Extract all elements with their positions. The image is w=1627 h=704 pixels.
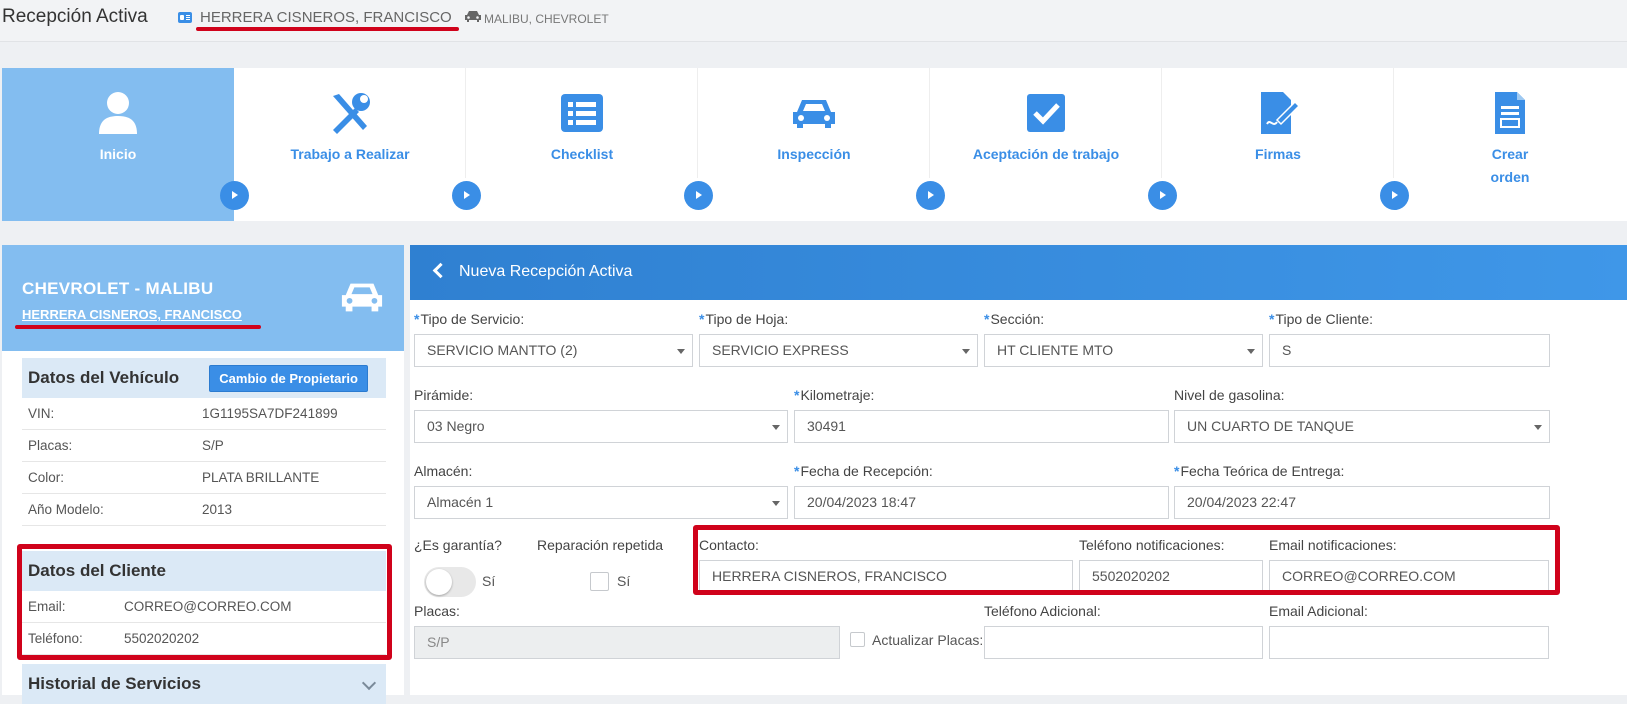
highlight-underline: [15, 325, 261, 329]
step-aceptacion[interactable]: Aceptación de trabajo: [930, 68, 1177, 221]
section-title: Datos del Cliente: [22, 551, 386, 591]
garantia-field: ¿Es garantía? Sí: [414, 537, 524, 607]
caret-down-icon: [772, 425, 780, 430]
step-label: Checklist: [550, 146, 614, 162]
seccion-select[interactable]: HT CLIENTE MTO: [984, 334, 1263, 367]
fecha-entrega-input[interactable]: 20/04/2023 22:47: [1174, 486, 1550, 519]
email-adicional-input[interactable]: [1269, 626, 1549, 659]
next-arrow-icon[interactable]: [220, 181, 249, 210]
next-arrow-icon[interactable]: [452, 181, 481, 210]
chevron-down-icon: [361, 675, 377, 691]
section-title: Datos del Vehículo Cambio de Propietario: [22, 358, 386, 398]
tipo-hoja-select[interactable]: SERVICIO EXPRESS: [699, 334, 978, 367]
step-label: Inspección: [777, 146, 851, 162]
step-label: Aceptación de trabajo: [972, 146, 1120, 162]
highlight-underline: [196, 27, 459, 31]
change-owner-button[interactable]: Cambio de Propietario: [209, 365, 368, 392]
vehicle-sidebar: CHEVROLET - MALIBU HERRERA CISNEROS, FRA…: [2, 245, 404, 704]
email-notif-input[interactable]: CORREO@CORREO.COM: [1269, 560, 1549, 593]
caret-down-icon: [1534, 425, 1542, 430]
back-icon[interactable]: [432, 262, 449, 279]
car-icon: [793, 100, 835, 128]
info-row: Teléfono: 5502020202: [22, 623, 386, 655]
service-history-section[interactable]: Historial de Servicios: [22, 664, 386, 704]
reception-form: Nueva Recepción Activa *Tipo de Servicio…: [410, 245, 1627, 695]
reparacion-checkbox[interactable]: [590, 572, 609, 591]
step-inspeccion[interactable]: Inspección: [698, 68, 945, 221]
gasolina-select[interactable]: UN CUARTO DE TANQUE: [1174, 410, 1550, 443]
header-client-name[interactable]: HERRERA CISNEROS, FRANCISCO: [200, 9, 452, 26]
tel-adicional-input[interactable]: [984, 626, 1263, 659]
tipo-cliente-input[interactable]: S: [1269, 334, 1550, 367]
actualizar-placas-checkbox[interactable]: [850, 632, 865, 647]
wizard-steps: Inicio Trabajo a Realizar Checklist Insp…: [2, 68, 1627, 221]
caret-down-icon: [677, 349, 685, 354]
page-title: Recepción Activa: [2, 6, 148, 27]
vehicle-hero: CHEVROLET - MALIBU HERRERA CISNEROS, FRA…: [2, 245, 404, 351]
caret-down-icon: [962, 349, 970, 354]
vehicle-make-model: CHEVROLET - MALIBU: [22, 279, 214, 298]
step-label: Crear orden: [1490, 146, 1530, 185]
next-arrow-icon[interactable]: [1380, 181, 1409, 210]
check-icon: [1027, 94, 1065, 132]
section-title[interactable]: Historial de Servicios: [22, 664, 386, 704]
actualizar-placas-label: Actualizar Placas:: [872, 632, 984, 648]
form-header: Nueva Recepción Activa: [410, 245, 1627, 300]
top-bar: Recepción Activa HERRERA CISNEROS, FRANC…: [0, 0, 1627, 42]
next-arrow-icon[interactable]: [1148, 181, 1177, 210]
client-card-icon: [178, 12, 192, 23]
client-data-section: Datos del Cliente Email: CORREO@CORREO.CO…: [22, 551, 386, 655]
placas-input: S/P: [414, 626, 840, 659]
contacto-input[interactable]: HERRERA CISNEROS, FRANCISCO: [699, 560, 1073, 593]
step-checklist[interactable]: Checklist: [466, 68, 713, 221]
step-label: Inicio: [99, 146, 137, 162]
kilometraje-input[interactable]: 30491: [794, 410, 1169, 443]
info-row: Color: PLATA BRILLANTE: [22, 462, 386, 494]
caret-down-icon: [1247, 349, 1255, 354]
almacen-select[interactable]: Almacén 1: [414, 486, 788, 519]
info-row: Email: CORREO@CORREO.COM: [22, 591, 386, 623]
car-icon: [464, 9, 482, 26]
user-icon: [99, 92, 137, 134]
garantia-toggle[interactable]: [424, 567, 476, 597]
car-icon: [341, 283, 383, 312]
step-trabajo[interactable]: Trabajo a Realizar: [234, 68, 481, 221]
step-firmas[interactable]: Firmas: [1162, 68, 1409, 221]
next-arrow-icon[interactable]: [684, 181, 713, 210]
form-title: Nueva Recepción Activa: [459, 263, 633, 280]
step-label: Trabajo a Realizar: [290, 146, 410, 162]
step-inicio[interactable]: Inicio: [2, 68, 249, 221]
list-icon: [561, 94, 603, 132]
next-arrow-icon[interactable]: [916, 181, 945, 210]
vehicle-data-section: Datos del Vehículo Cambio de Propietario…: [22, 358, 386, 526]
reparacion-field: Reparación repetida Sí: [537, 537, 664, 591]
step-label: Firmas: [1255, 146, 1301, 162]
info-row: VIN: 1G1195SA7DF241899: [22, 398, 386, 430]
document-icon: [1495, 92, 1525, 134]
caret-down-icon: [772, 501, 780, 506]
header-vehicle: MALIBU, CHEVROLET: [484, 12, 609, 26]
signature-icon: [1261, 92, 1301, 134]
info-row: Año Modelo: 2013: [22, 494, 386, 526]
fecha-recepcion-input[interactable]: 20/04/2023 18:47: [794, 486, 1169, 519]
step-crear-orden[interactable]: Crear orden: [1394, 68, 1626, 221]
tools-icon: [333, 93, 370, 134]
vehicle-owner-link[interactable]: HERRERA CISNEROS, FRANCISCO: [22, 307, 242, 322]
tipo-servicio-select[interactable]: SERVICIO MANTTO (2): [414, 334, 693, 367]
info-row: Placas: S/P: [22, 430, 386, 462]
piramide-select[interactable]: 03 Negro: [414, 410, 788, 443]
tel-notif-input[interactable]: 5502020202: [1079, 560, 1263, 593]
